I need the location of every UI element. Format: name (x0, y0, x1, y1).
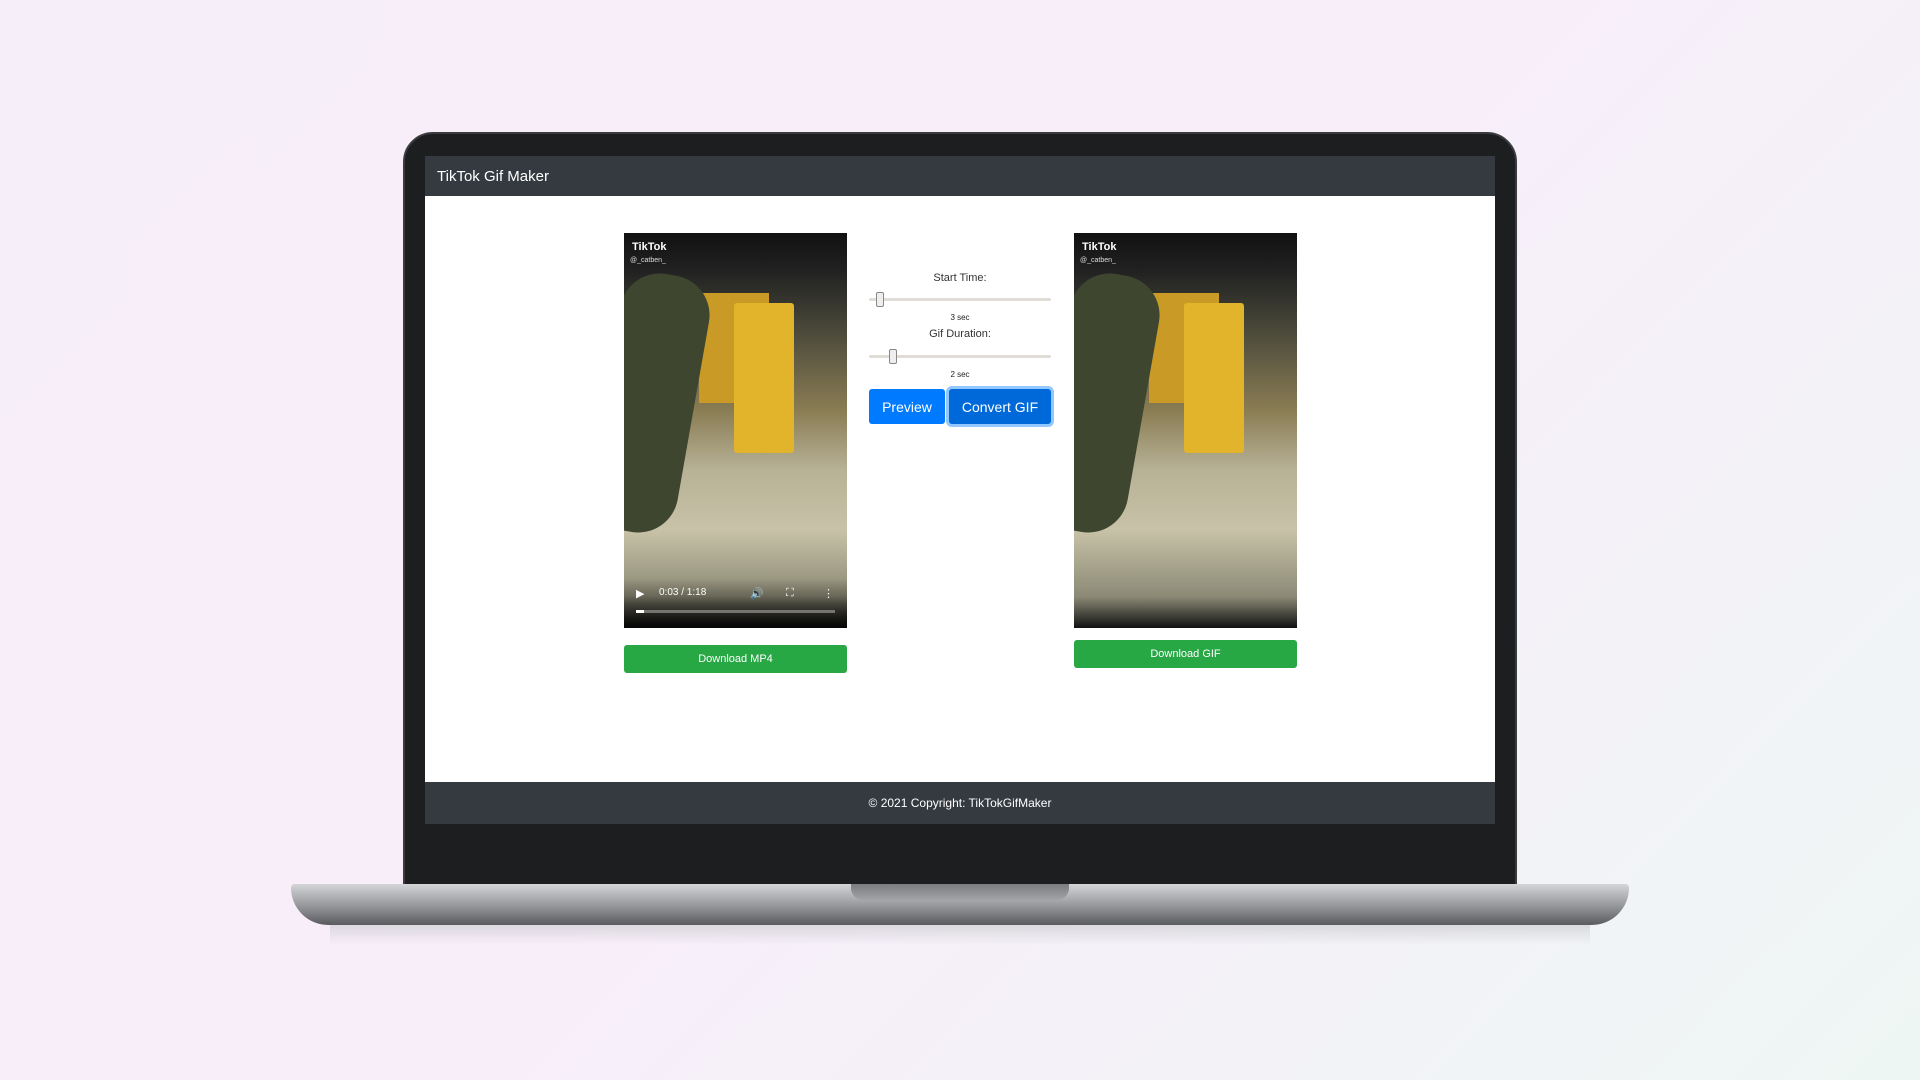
tiktok-handle: @_catben_ (1080, 257, 1116, 264)
source-video-player[interactable]: TikTok @_catben_ ▶ 0:03 / 1:18 🔊 ⛶ ⋮ (624, 233, 847, 628)
gif-duration-label: Gif Duration: (929, 328, 991, 340)
gif-duration-value: 2 sec (950, 370, 970, 379)
play-icon[interactable]: ▶ (636, 587, 644, 600)
laptop-base (291, 884, 1629, 925)
copyright-text: © 2021 Copyright: TikTokGifMaker (868, 796, 1052, 810)
video-controls (624, 578, 847, 628)
download-gif-button[interactable]: Download GIF (1074, 640, 1297, 668)
video-frame-detail (734, 303, 794, 453)
video-progress-fill (636, 610, 644, 613)
video-time: 0:03 / 1:18 (659, 587, 707, 598)
video-frame-detail (1184, 303, 1244, 453)
fullscreen-icon[interactable]: ⛶ (786, 587, 794, 600)
video-frame-detail (624, 267, 716, 539)
slider-thumb[interactable] (875, 292, 884, 307)
start-time-value: 3 sec (950, 313, 970, 322)
tiktok-watermark: TikTok (1082, 241, 1117, 253)
start-time-label: Start Time: (933, 272, 987, 284)
footer: © 2021 Copyright: TikTokGifMaker (425, 782, 1495, 824)
start-time-slider[interactable] (869, 292, 1051, 307)
slider-thumb[interactable] (888, 349, 897, 364)
convert-gif-button[interactable]: Convert GIF (949, 389, 1051, 424)
gif-preview-image: TikTok @_catben_ (1074, 233, 1297, 628)
laptop-notch (851, 884, 1069, 900)
download-mp4-button[interactable]: Download MP4 (624, 645, 847, 673)
video-progress-bar[interactable] (636, 610, 835, 613)
gif-duration-slider[interactable] (869, 349, 1051, 364)
navbar: TikTok Gif Maker (425, 156, 1495, 196)
tiktok-watermark: TikTok (632, 241, 667, 253)
video-frame-detail (1074, 267, 1166, 539)
more-options-icon[interactable]: ⋮ (823, 587, 834, 600)
preview-button[interactable]: Preview (869, 389, 945, 424)
laptop-shadow (330, 925, 1590, 945)
browser-screen: TikTok Gif Maker TikTok @_catben_ ▶ 0:03… (425, 156, 1495, 824)
volume-icon[interactable]: 🔊 (750, 587, 764, 600)
app-title[interactable]: TikTok Gif Maker (437, 168, 549, 185)
tiktok-handle: @_catben_ (630, 257, 666, 264)
